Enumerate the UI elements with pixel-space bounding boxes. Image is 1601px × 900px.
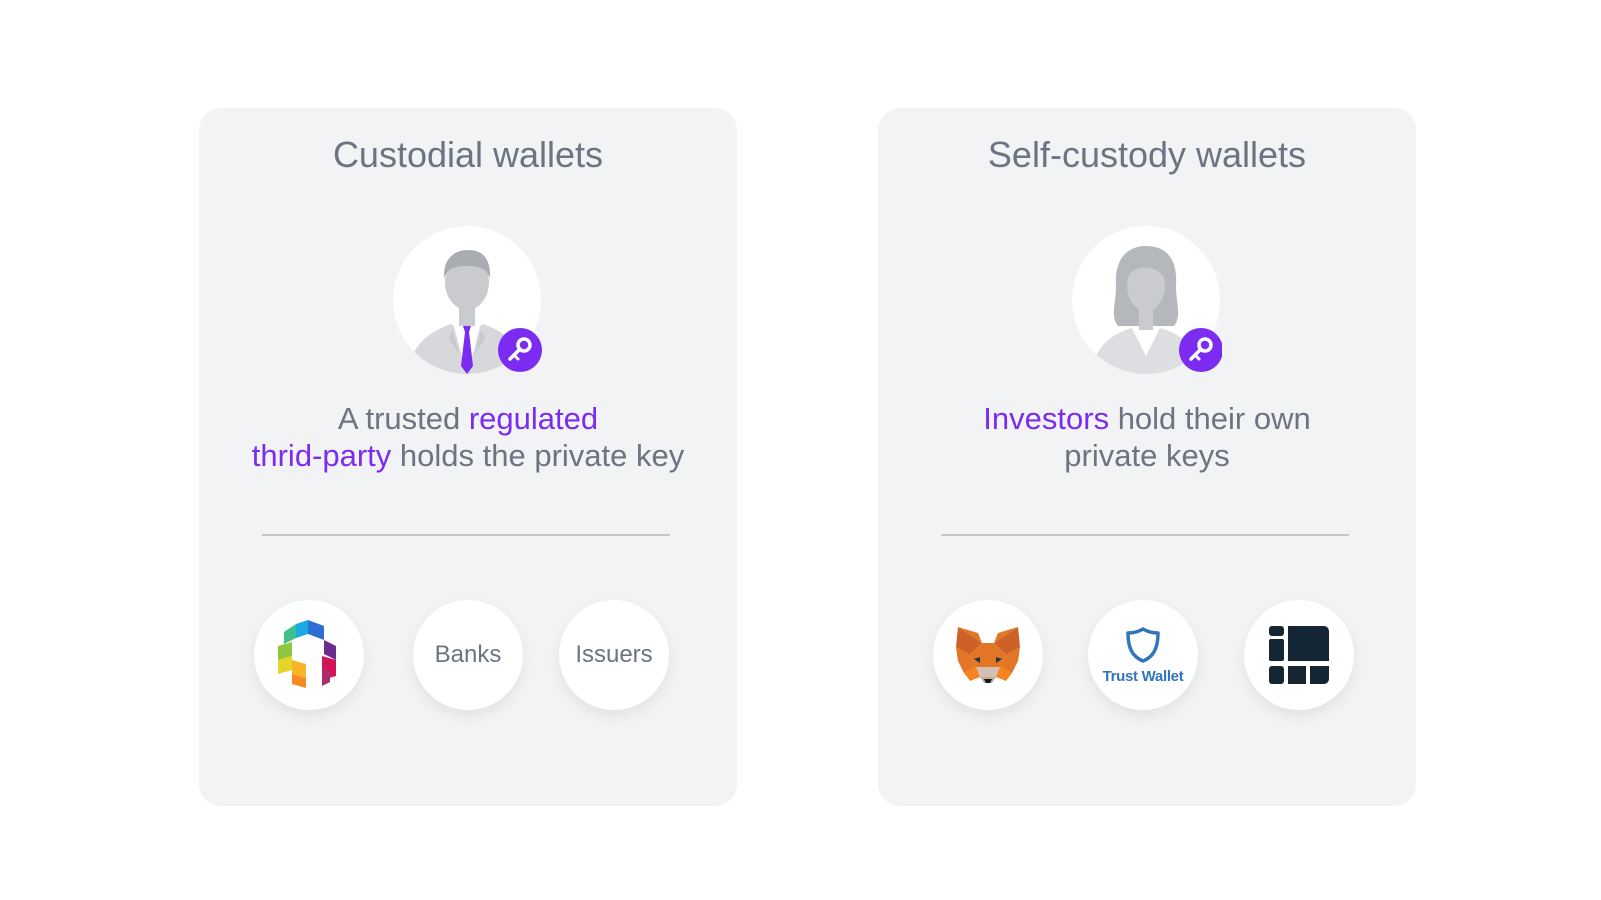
- highlight-investors: Investors: [983, 401, 1110, 436]
- custodial-divider: [262, 534, 670, 536]
- ledger-logo: [1244, 600, 1354, 710]
- trust-wallet-logo: Trust Wallet: [1088, 600, 1198, 710]
- trust-wallet-label: Trust Wallet: [1102, 668, 1184, 685]
- self-custody-divider: [941, 534, 1349, 536]
- custodial-wallets-card: Custodial wallets A trusted regulated th…: [199, 108, 737, 806]
- banks-logo: Banks: [413, 600, 523, 710]
- self-custody-title: Self-custody wallets: [987, 134, 1307, 175]
- multicolor-cube-logo: [254, 600, 364, 710]
- ledger-icon: [1269, 626, 1329, 684]
- custodial-title: Custodial wallets: [332, 134, 604, 175]
- banks-label: Banks: [434, 641, 502, 668]
- metamask-logo: [933, 600, 1043, 710]
- custodial-description: A trusted regulated thrid-party holds th…: [251, 401, 685, 473]
- key-badge-icon: [498, 328, 542, 372]
- self-custody-description: Investors hold their own private keys: [983, 401, 1311, 473]
- businesswoman-avatar: [1072, 226, 1222, 376]
- highlight-third-party: thrid-party: [251, 438, 392, 473]
- key-badge-icon: [1179, 328, 1222, 372]
- trust-wallet-shield-icon: [1126, 627, 1160, 663]
- issuers-label: Issuers: [575, 641, 653, 668]
- businessman-avatar: [393, 226, 543, 376]
- self-custody-wallets-card: Self-custody wallets Investors hold thei…: [878, 108, 1416, 806]
- metamask-fox-icon: [956, 627, 1020, 683]
- issuers-logo: Issuers: [559, 600, 669, 710]
- highlight-regulated: regulated: [468, 401, 599, 436]
- multicolor-cube-logo-icon: [278, 620, 336, 688]
